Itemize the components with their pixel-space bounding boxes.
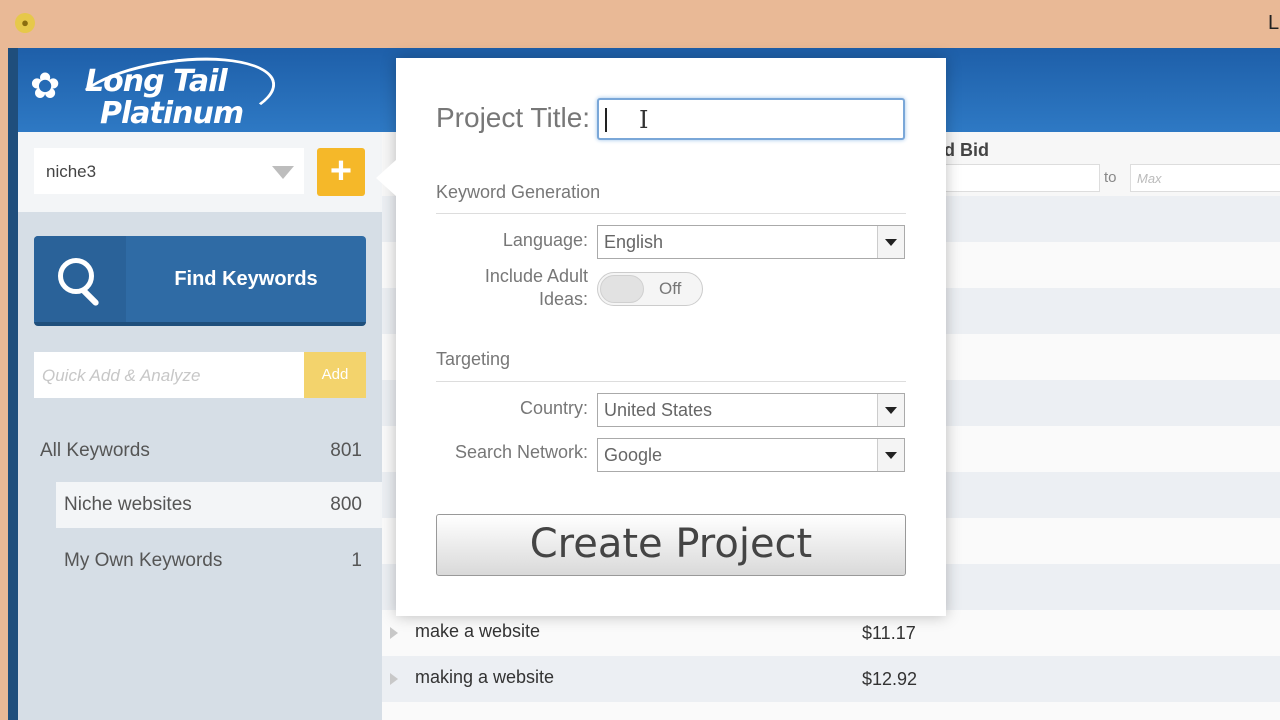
search-network-value: Google [604, 445, 663, 465]
chevron-down-icon [885, 407, 897, 414]
bid-min-input[interactable] [922, 164, 1100, 192]
expand-arrow-icon[interactable] [390, 627, 398, 639]
dialog-pointer [376, 160, 396, 196]
search-icon [34, 236, 126, 322]
expand-arrow-icon[interactable] [390, 673, 398, 685]
toggle-knob [600, 275, 644, 303]
row-bid: $11.17 [862, 623, 916, 643]
dropdown-button[interactable] [877, 439, 904, 471]
chevron-down-icon [885, 452, 897, 459]
project-select[interactable]: niche3 [34, 148, 304, 194]
chevron-down-icon [885, 239, 897, 246]
project-title-input[interactable]: I [597, 98, 905, 140]
dropdown-button[interactable] [877, 394, 904, 426]
language-label: Language: [502, 230, 588, 250]
include-adult-toggle[interactable]: Off [597, 272, 703, 306]
chevron-down-icon [272, 166, 294, 179]
sidebar-item-label: My Own Keywords [64, 550, 223, 571]
dropdown-button[interactable] [877, 226, 904, 258]
find-keywords-label: Find Keywords [174, 268, 318, 290]
include-adult-label-2: Ideas: [538, 289, 588, 309]
quick-add-placeholder: Quick Add & Analyze [42, 366, 201, 385]
window-frame [8, 48, 18, 720]
logo-line-1: Long Tail [85, 64, 228, 99]
range-to-label: to [1104, 169, 1117, 186]
sidebar-item-count: 801 [330, 440, 362, 461]
row-bid: $12.92 [862, 669, 918, 689]
gecko-icon: ✿ [30, 66, 61, 107]
bid-max-placeholder: Max [1137, 171, 1162, 186]
sidebar-item-count: 1 [351, 550, 362, 571]
toggle-state: Off [659, 279, 682, 298]
sidebar-item-my-own-keywords[interactable]: My Own Keywords 1 [18, 538, 382, 584]
add-project-button[interactable]: + [317, 148, 365, 196]
quick-add-input[interactable]: Quick Add & Analyze [34, 352, 304, 398]
sidebar-item-niche-websites[interactable]: Niche websites 800 [56, 482, 382, 528]
country-label: Country: [519, 398, 588, 418]
long-tail-platinum-logo: ✿ Long Tail Platinum [30, 48, 281, 148]
language-select[interactable]: English [597, 225, 905, 259]
row-keyword: making a website [415, 667, 555, 687]
create-project-button[interactable]: Create Project [436, 514, 906, 576]
sidebar: niche3 + Find Keywords Quick Add & Analy… [18, 132, 382, 720]
project-select-value: niche3 [46, 162, 97, 181]
app-icon[interactable]: ● [15, 13, 35, 33]
table-row[interactable] [382, 702, 1280, 720]
find-keywords-button[interactable]: Find Keywords [34, 236, 366, 326]
bid-max-input[interactable]: Max [1130, 164, 1280, 192]
sidebar-project-bar: niche3 + [18, 132, 382, 212]
country-select[interactable]: United States [597, 393, 905, 427]
project-title-label: Project Title: [436, 102, 591, 133]
window-titlebar: ● L [0, 0, 1280, 48]
divider [436, 381, 906, 382]
row-keyword: make a website [415, 621, 541, 641]
language-value: English [604, 232, 664, 252]
logo-line-2: Platinum [100, 96, 244, 131]
keyword-generation-heading: Keyword Generation [436, 182, 601, 202]
targeting-heading: Targeting [436, 349, 511, 369]
country-value: United States [604, 400, 713, 420]
sidebar-item-all-keywords[interactable]: All Keywords 801 [18, 428, 382, 474]
search-network-label: Search Network: [454, 442, 588, 462]
sidebar-item-label: All Keywords [40, 440, 150, 461]
text-caret [605, 108, 607, 132]
sidebar-item-label: Niche websites [64, 494, 192, 515]
divider [436, 213, 906, 214]
new-project-dialog: Project Title: I Keyword Generation Lang… [396, 58, 946, 616]
plus-icon: + [329, 150, 353, 192]
sidebar-item-count: 800 [330, 494, 362, 515]
ibeam-cursor-icon: I [639, 106, 649, 134]
window-title: L [1268, 12, 1280, 34]
include-adult-label-1: Include Adult [484, 266, 588, 286]
bid-column-header[interactable]: d Bid [944, 140, 989, 161]
search-network-select[interactable]: Google [597, 438, 905, 472]
quick-add-button[interactable]: Add [304, 352, 366, 398]
